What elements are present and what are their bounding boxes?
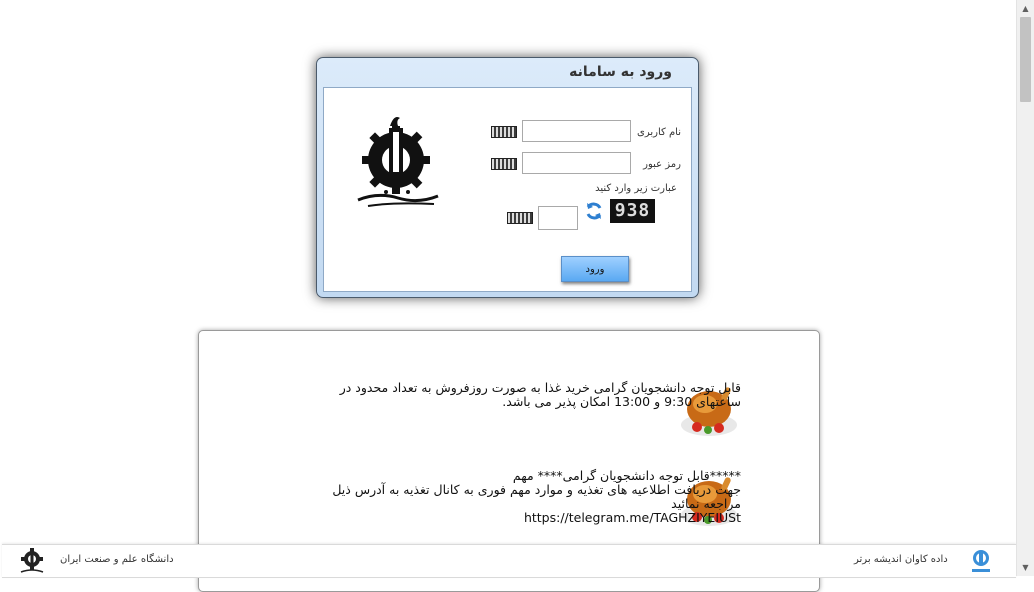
captcha-input[interactable] <box>538 206 578 230</box>
scrollbar-thumb[interactable] <box>1020 17 1031 102</box>
login-form: نام کاربری رمز عبور عبارت زیر وارد کنید … <box>323 87 692 292</box>
virtual-keyboard-icon[interactable] <box>491 126 517 138</box>
scroll-up-arrow-icon[interactable]: ▲ <box>1017 0 1034 17</box>
footer-company-name: داده کاوان اندیشه برتر <box>854 554 948 565</box>
captcha-prompt: عبارت زیر وارد کنید <box>595 183 677 194</box>
password-label: رمز عبور <box>643 159 681 170</box>
announcement-item: *****قابل توجه دانشجویان گرامی**** مهم ج… <box>291 469 741 525</box>
footer-university-name: دانشگاه علم و صنعت ایران <box>60 554 174 565</box>
announcement-heading: *****قابل توجه دانشجویان گرامی**** مهم <box>512 468 741 483</box>
password-input[interactable] <box>522 152 631 174</box>
username-input[interactable] <box>522 120 631 142</box>
scroll-down-arrow-icon[interactable]: ▼ <box>1017 559 1034 576</box>
captcha-image: 938 <box>610 199 655 223</box>
university-logo-small <box>20 548 44 573</box>
login-title: ورود به سامانه <box>569 64 672 80</box>
login-dialog: ورود به سامانه نام کاربری رمز عبور عبارت… <box>316 57 699 298</box>
announcement-text: جهت دریافت اطلاعیه های تغذیه و موارد مهم… <box>332 482 741 511</box>
footer-bar: دانشگاه علم و صنعت ایران داده کاوان اندی… <box>2 544 1016 578</box>
announcement-item: قابل توجه دانشجویان گرامی خرید غذا به صو… <box>291 381 741 409</box>
login-button[interactable]: ورود <box>561 256 629 282</box>
virtual-keyboard-icon[interactable] <box>491 158 517 170</box>
company-logo <box>972 550 990 572</box>
virtual-keyboard-icon[interactable] <box>507 212 533 224</box>
university-logo <box>357 117 439 207</box>
telegram-link[interactable]: https://telegram.me/TAGHZIYEIUSt <box>291 511 741 525</box>
vertical-scrollbar[interactable]: ▲ ▼ <box>1016 0 1034 576</box>
refresh-icon[interactable] <box>584 201 604 221</box>
announcement-text: قابل توجه دانشجویان گرامی خرید غذا به صو… <box>339 380 741 409</box>
username-label: نام کاربری <box>637 127 681 138</box>
